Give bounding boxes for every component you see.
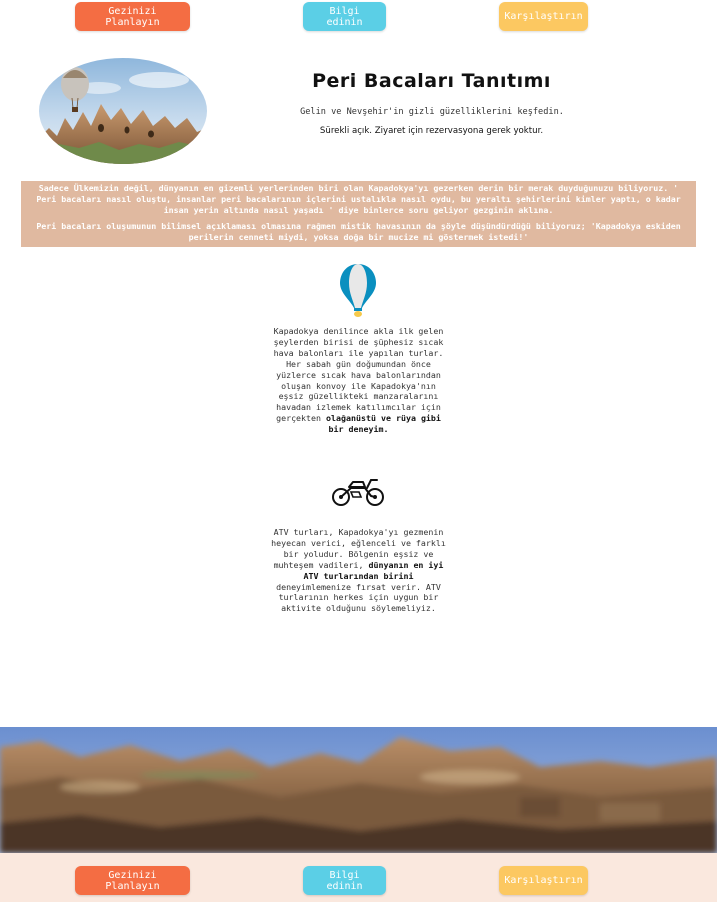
hero-image bbox=[39, 58, 207, 164]
feature-atv-text: ATV turları, Kapadokya'yı gezmenin heyec… bbox=[270, 527, 447, 614]
feature-balloon-text: Kapadokya denilince akla ilk gelen şeyle… bbox=[270, 326, 447, 435]
intro-block: Sadece Ülkemizin değil, dünyanın en gize… bbox=[21, 181, 696, 247]
page-title: Peri Bacaları Tanıtımı bbox=[312, 70, 551, 92]
cappadocia-banner-image bbox=[0, 727, 717, 853]
intro-paragraph: Sadece Ülkemizin değil, dünyanın en gize… bbox=[36, 183, 681, 215]
motorcycle-icon bbox=[332, 479, 384, 506]
footer-learn-more-button[interactable]: Bilgi edinin bbox=[303, 866, 386, 895]
feature-text: Kapadokya denilince akla ilk gelen şeyle… bbox=[273, 326, 444, 424]
feature-text: deneyimlemenize fırsat verir. ATV turlar… bbox=[276, 581, 441, 614]
page-subtitle: Gelin ve Nevşehir'in gizli güzelliklerin… bbox=[300, 107, 564, 117]
footer: Gezinizi Planlayın Bilgi edinin Karşılaş… bbox=[0, 853, 717, 902]
compare-button[interactable]: Karşılaştırın bbox=[499, 2, 588, 31]
footer-compare-button[interactable]: Karşılaştırın bbox=[499, 866, 588, 895]
hot-air-balloon-icon bbox=[340, 264, 376, 317]
feature-highlight: olağanüstü ve rüya gibi bir deneyim. bbox=[326, 413, 441, 435]
intro-paragraph: Peri bacaları oluşumunun bilimsel açıkla… bbox=[36, 221, 681, 242]
learn-more-button[interactable]: Bilgi edinin bbox=[303, 2, 386, 31]
opening-hours: Sürekli açık. Ziyaret için rezervasyona … bbox=[319, 126, 544, 136]
footer-plan-trip-button[interactable]: Gezinizi Planlayın bbox=[75, 866, 190, 895]
plan-trip-button[interactable]: Gezinizi Planlayın bbox=[75, 2, 190, 31]
